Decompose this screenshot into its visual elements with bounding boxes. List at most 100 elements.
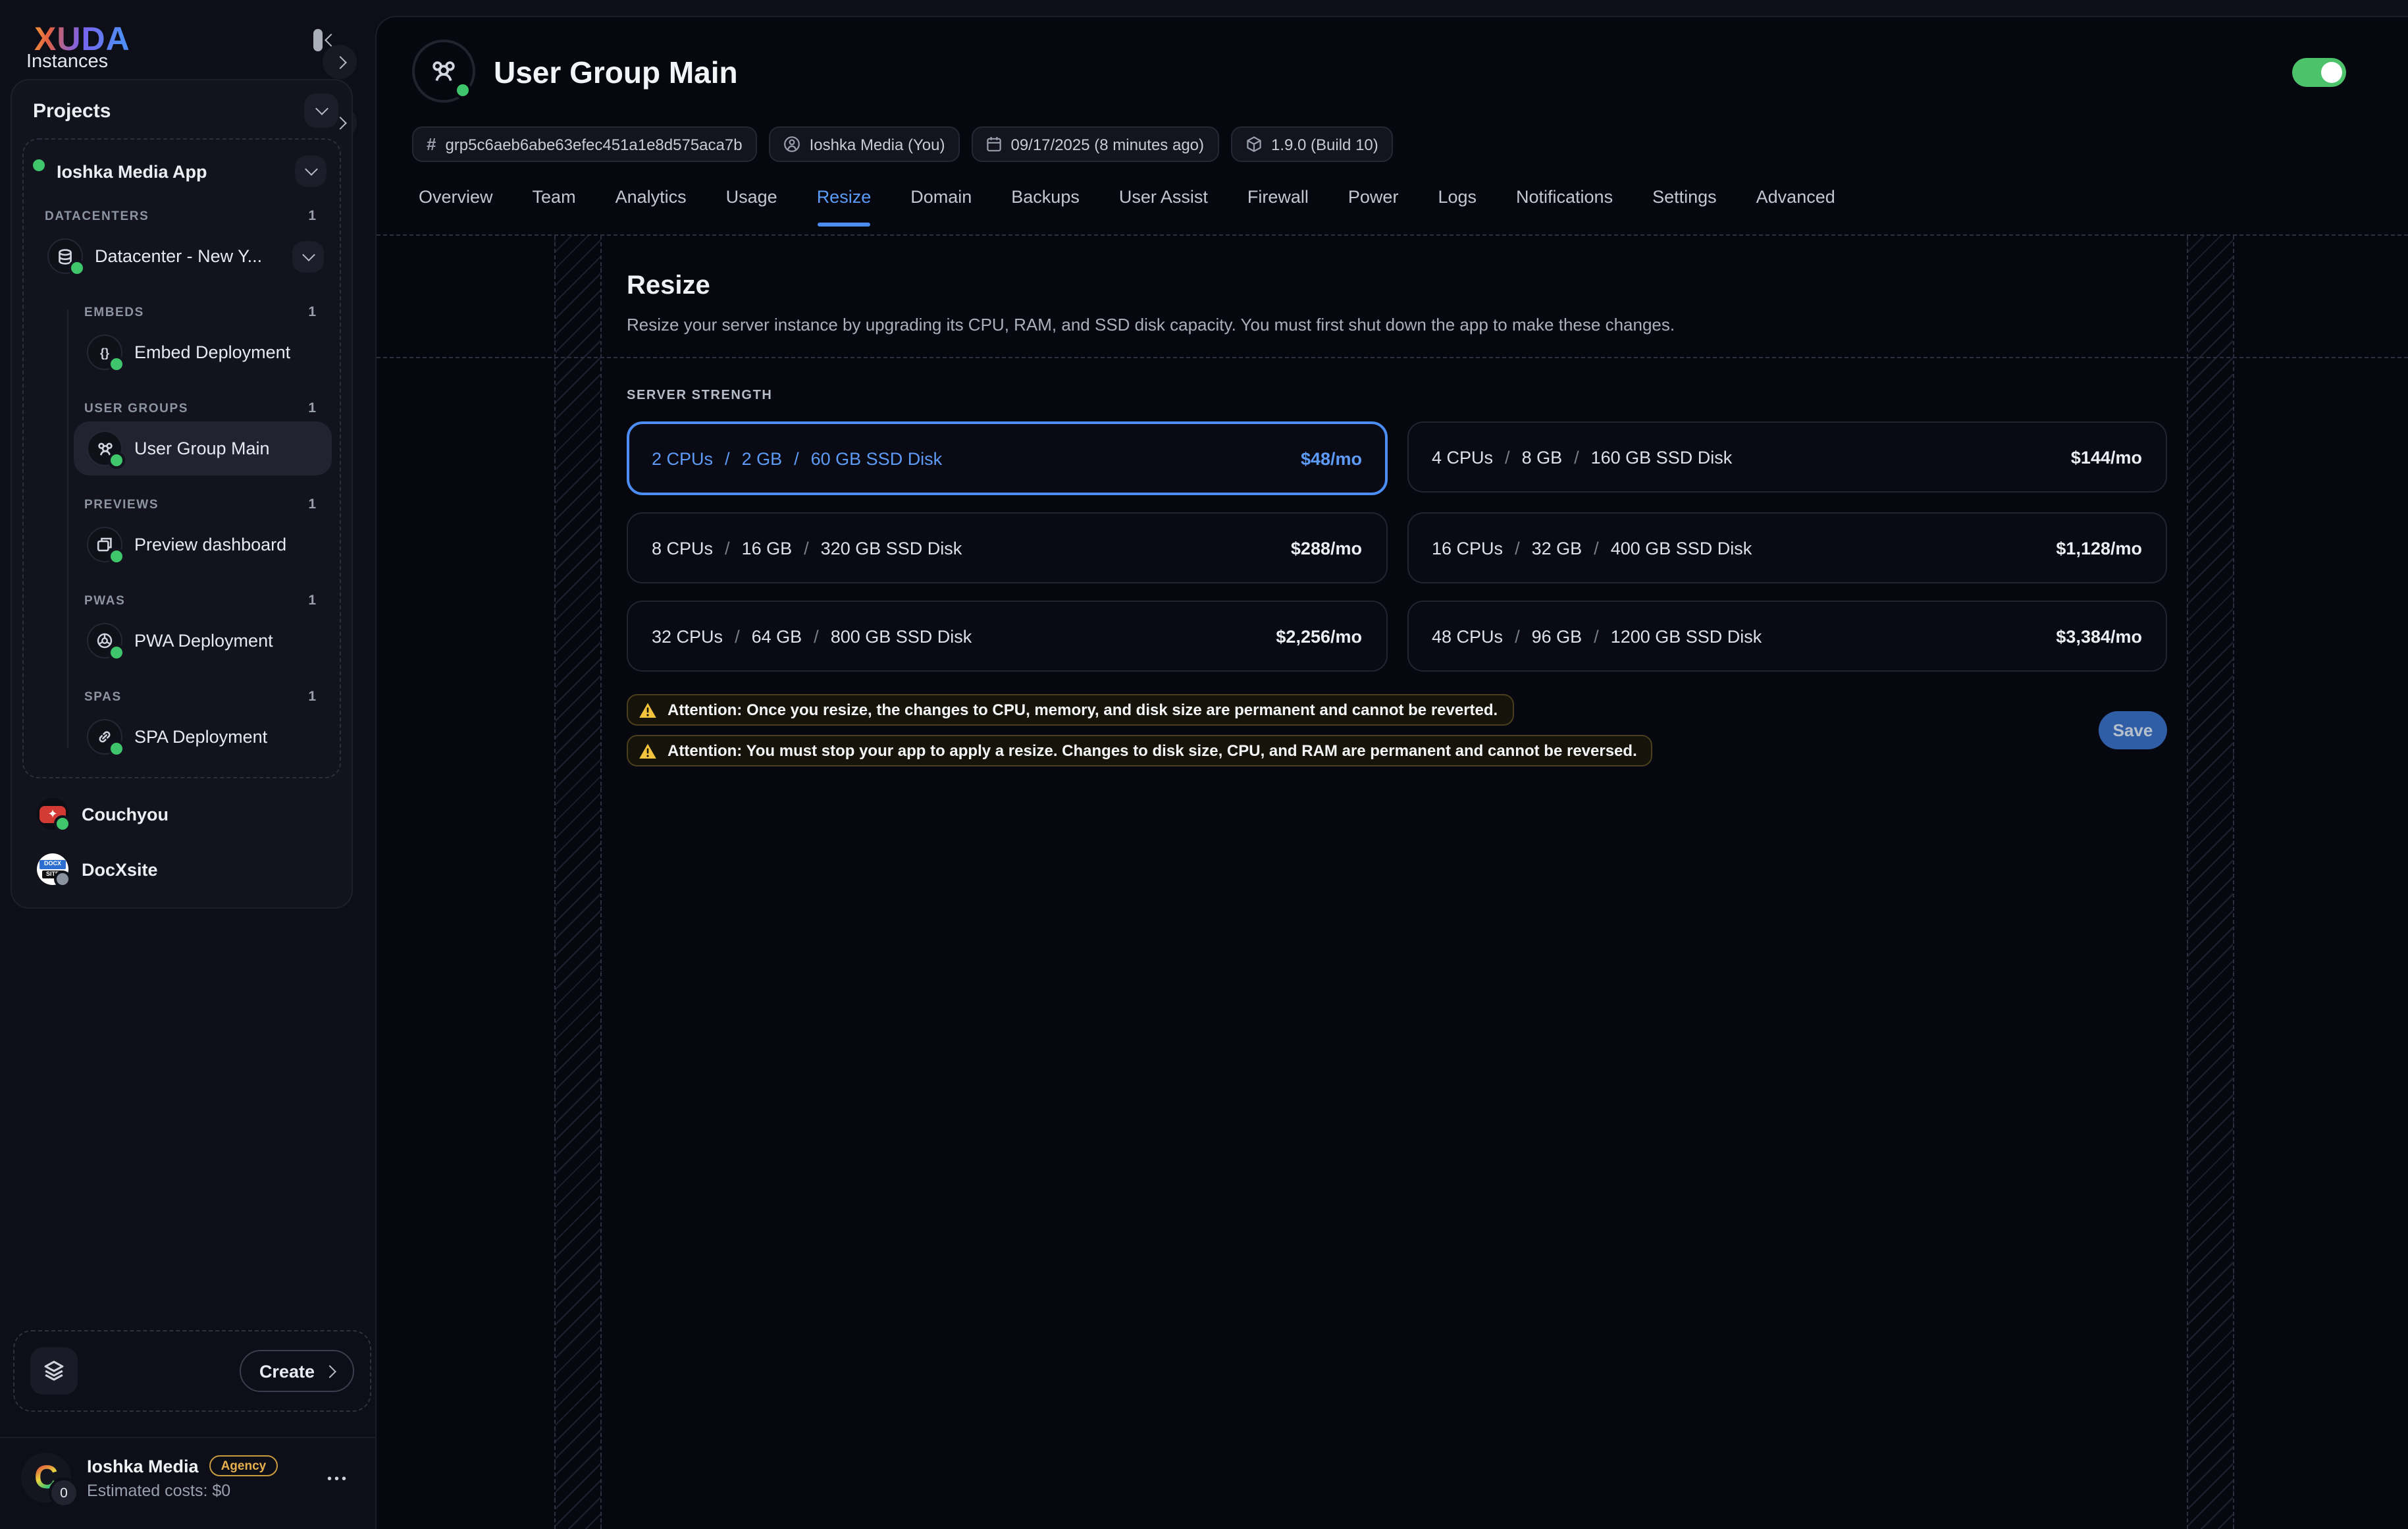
plan-disk: 800 GB SSD Disk — [830, 626, 972, 646]
tab-team[interactable]: Team — [533, 187, 576, 227]
tree-item-spa-deployment[interactable]: SPA Deployment — [74, 710, 332, 764]
section-count: 1 — [308, 593, 316, 608]
plan-ram: 64 GB — [751, 626, 802, 646]
group-id-badge[interactable]: # grp5c6aeb6abe63efec451a1e8d575aca7b — [412, 126, 757, 162]
tree-item-preview-dashboard[interactable]: Preview dashboard — [74, 518, 332, 572]
section-label: SPAS — [84, 689, 122, 704]
datacenter-subtree: EMBEDS 1 {} Embed Deployment USER GROUPS… — [32, 304, 332, 764]
plan-disk: 160 GB SSD Disk — [1590, 447, 1733, 467]
plan-option-48cpu[interactable]: 48 CPUs / 96 GB / 1200 GB SSD Disk $3,384/mo — [1407, 601, 2167, 672]
section-title: Resize — [627, 271, 710, 300]
separator: / — [1594, 538, 1599, 558]
project-name: DocXsite — [82, 859, 158, 879]
plan-disk: 1200 GB SSD Disk — [1610, 626, 1762, 646]
plan-price: $3,384/mo — [2056, 626, 2142, 646]
tree-item-label: Preview dashboard — [134, 535, 287, 554]
plan-disk: 60 GB SSD Disk — [810, 448, 943, 468]
version-badge[interactable]: 1.9.0 (Build 10) — [1230, 126, 1393, 162]
docxsite-logo-icon: DOCX SITE — [37, 853, 71, 888]
status-dot — [454, 82, 471, 99]
hatch-band-right — [2187, 236, 2234, 1529]
separator: / — [735, 626, 740, 646]
actions-row: Attention: Once you resize, the changes … — [627, 694, 2167, 766]
section-count: 1 — [308, 400, 316, 416]
section-embeds: EMBEDS 1 — [84, 304, 316, 320]
owner-badge[interactable]: Ioshka Media (You) — [768, 126, 960, 162]
datacenter-collapse-button[interactable] — [292, 240, 324, 272]
calendar-icon — [985, 136, 1001, 153]
user-circle-icon — [783, 136, 800, 153]
tab-power[interactable]: Power — [1348, 187, 1399, 227]
date-badge[interactable]: 09/17/2025 (8 minutes ago) — [971, 126, 1218, 162]
package-icon — [1245, 136, 1262, 153]
tree-item-label: User Group Main — [134, 439, 270, 458]
version-value: 1.9.0 (Build 10) — [1271, 135, 1378, 153]
project-row-ioshka-media-app[interactable]: Ioshka Media App — [30, 148, 332, 195]
tree-item-embed-deployment[interactable]: {} Embed Deployment — [74, 325, 332, 379]
project-row-docxsite[interactable]: DOCX SITE DocXsite — [12, 842, 352, 897]
warning-text: Attention: You must stop your app to app… — [667, 741, 1637, 760]
plan-option-16cpu[interactable]: 16 CPUs / 32 GB / 400 GB SSD Disk $1,128/mo — [1407, 512, 2167, 583]
plan-price: $144/mo — [2070, 447, 2142, 467]
tab-domain[interactable]: Domain — [910, 187, 972, 227]
tab-notifications[interactable]: Notifications — [1516, 187, 1613, 227]
users-icon — [87, 431, 125, 469]
separator: / — [725, 538, 730, 558]
tree-item-label: Embed Deployment — [134, 342, 291, 362]
tab-overview[interactable]: Overview — [419, 187, 493, 227]
warning-permanent: Attention: Once you resize, the changes … — [627, 694, 1514, 726]
braces-icon: {} — [87, 335, 125, 373]
tab-settings[interactable]: Settings — [1652, 187, 1717, 227]
tab-usage[interactable]: Usage — [726, 187, 777, 227]
plan-ram: 2 GB — [741, 448, 783, 468]
sidebar-collapse-button[interactable] — [313, 29, 338, 51]
project-collapse-button[interactable] — [295, 155, 327, 187]
tab-advanced[interactable]: Advanced — [1756, 187, 1835, 227]
projects-panel: Projects Ioshka Media App DATACENTERS 1 — [11, 79, 353, 909]
hatch-band-left — [554, 236, 602, 1529]
owner-value: Ioshka Media (You) — [809, 135, 945, 153]
power-toggle[interactable] — [2292, 58, 2346, 87]
account-menu-button[interactable]: ••• — [327, 1472, 349, 1487]
chevron-left-icon — [325, 34, 338, 47]
tree-item-label: Datacenter - New Y... — [95, 246, 263, 266]
create-button[interactable]: Create — [239, 1350, 354, 1392]
section-label: PREVIEWS — [84, 497, 159, 512]
plan-cpu: 8 CPUs — [652, 538, 714, 558]
save-button[interactable]: Save — [2099, 711, 2167, 749]
plan-cpu: 2 CPUs — [652, 448, 714, 468]
tree-item-pwa-deployment[interactable]: PWA Deployment — [74, 614, 332, 668]
plan-price: $1,128/mo — [2056, 538, 2142, 558]
link-icon — [87, 719, 125, 757]
section-count: 1 — [308, 208, 316, 224]
warning-list: Attention: Once you resize, the changes … — [627, 694, 1653, 766]
tab-analytics[interactable]: Analytics — [615, 187, 687, 227]
tab-firewall[interactable]: Firewall — [1247, 187, 1309, 227]
avatar[interactable]: C 0 — [21, 1453, 79, 1508]
section-pwas: PWAS 1 — [84, 593, 316, 608]
windows-icon — [87, 527, 125, 565]
tree-item-label: PWA Deployment — [134, 631, 273, 651]
plan-option-32cpu[interactable]: 32 CPUs / 64 GB / 800 GB SSD Disk $2,256/mo — [627, 601, 1387, 672]
tree-item-datacenter[interactable]: Datacenter - New Y... — [32, 229, 332, 283]
plan-option-2cpu[interactable]: 2 CPUs / 2 GB / 60 GB SSD Disk $48/mo — [627, 421, 1387, 495]
project-name: Ioshka Media App — [57, 161, 207, 181]
avatar-count-badge: 0 — [49, 1478, 79, 1508]
agency-badge: Agency — [209, 1455, 278, 1476]
plan-option-8cpu[interactable]: 8 CPUs / 16 GB / 320 GB SSD Disk $288/mo — [627, 512, 1387, 583]
tab-user-assist[interactable]: User Assist — [1119, 187, 1208, 227]
tab-backups[interactable]: Backups — [1011, 187, 1080, 227]
project-tree: Ioshka Media App DATACENTERS 1 Datacente… — [22, 138, 341, 778]
project-row-couchyou[interactable]: ✦ Couchyou — [12, 786, 352, 842]
chrome-icon — [87, 623, 125, 661]
server-strength-label: SERVER STRENGTH — [627, 389, 773, 403]
account-name: Ioshka Media — [87, 1456, 199, 1476]
tab-resize[interactable]: Resize — [817, 187, 871, 227]
plan-option-4cpu[interactable]: 4 CPUs / 8 GB / 160 GB SSD Disk $144/mo — [1407, 421, 2167, 493]
tab-logs[interactable]: Logs — [1438, 187, 1477, 227]
section-count: 1 — [308, 496, 316, 512]
section-count: 1 — [308, 689, 316, 705]
separator: / — [725, 448, 730, 468]
tree-item-user-group-main[interactable]: User Group Main — [74, 421, 332, 475]
section-spas: SPAS 1 — [84, 689, 316, 705]
